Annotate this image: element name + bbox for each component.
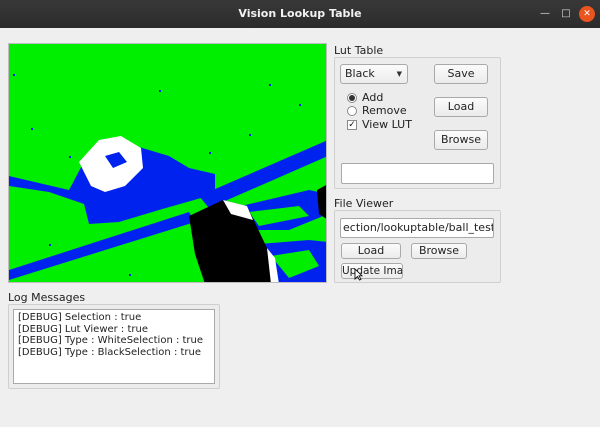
view-lut-checkbox[interactable]: ✓ View LUT bbox=[347, 118, 412, 131]
lut-table-label: Lut Table bbox=[334, 44, 384, 57]
view-lut-label: View LUT bbox=[362, 118, 412, 131]
segmented-frame bbox=[9, 44, 326, 282]
chevron-down-icon: ▼ bbox=[396, 70, 402, 78]
mouse-pointer-icon bbox=[354, 268, 363, 281]
minimize-icon[interactable]: — bbox=[537, 6, 553, 22]
log-line: [DEBUG] Lut Viewer : true bbox=[18, 323, 149, 335]
vision-image[interactable] bbox=[8, 43, 327, 283]
lut-path-input[interactable] bbox=[341, 163, 494, 184]
radio-on-icon bbox=[347, 92, 357, 103]
mode-remove-label: Remove bbox=[362, 104, 407, 117]
file-viewer-label: File Viewer bbox=[334, 197, 394, 210]
log-messages-label: Log Messages bbox=[8, 291, 86, 304]
title-bar: Vision Lookup Table — □ ✕ bbox=[0, 0, 600, 28]
log-line: [DEBUG] Type : BlackSelection : true bbox=[18, 346, 202, 358]
mode-remove-radio[interactable]: Remove bbox=[347, 104, 407, 117]
color-select[interactable]: Black ▼ bbox=[340, 64, 408, 84]
lut-browse-button[interactable]: Browse bbox=[434, 130, 488, 150]
log-panel[interactable]: [DEBUG] Selection : true [DEBUG] Lut Vie… bbox=[13, 309, 215, 384]
maximize-icon[interactable]: □ bbox=[558, 6, 574, 22]
lut-load-button[interactable]: Load bbox=[434, 97, 488, 117]
log-line: [DEBUG] Selection : true bbox=[18, 312, 142, 323]
file-load-button[interactable]: Load bbox=[341, 243, 401, 259]
log-line: [DEBUG] Type : WhiteSelection : true bbox=[18, 335, 204, 346]
checkmark-icon: ✓ bbox=[347, 119, 357, 130]
mode-add-radio[interactable]: Add bbox=[347, 91, 383, 104]
mode-add-label: Add bbox=[362, 91, 384, 104]
close-icon[interactable]: ✕ bbox=[579, 6, 595, 22]
update-image-button[interactable]: Update Image bbox=[341, 263, 403, 279]
file-path-input[interactable]: ection/lookuptable/ball_test.mp4 bbox=[340, 218, 494, 238]
save-button[interactable]: Save bbox=[434, 64, 488, 84]
color-select-value: Black bbox=[345, 67, 375, 80]
radio-off-icon bbox=[347, 105, 357, 116]
file-browse-button[interactable]: Browse bbox=[411, 243, 467, 259]
window-title: Vision Lookup Table bbox=[238, 7, 362, 20]
